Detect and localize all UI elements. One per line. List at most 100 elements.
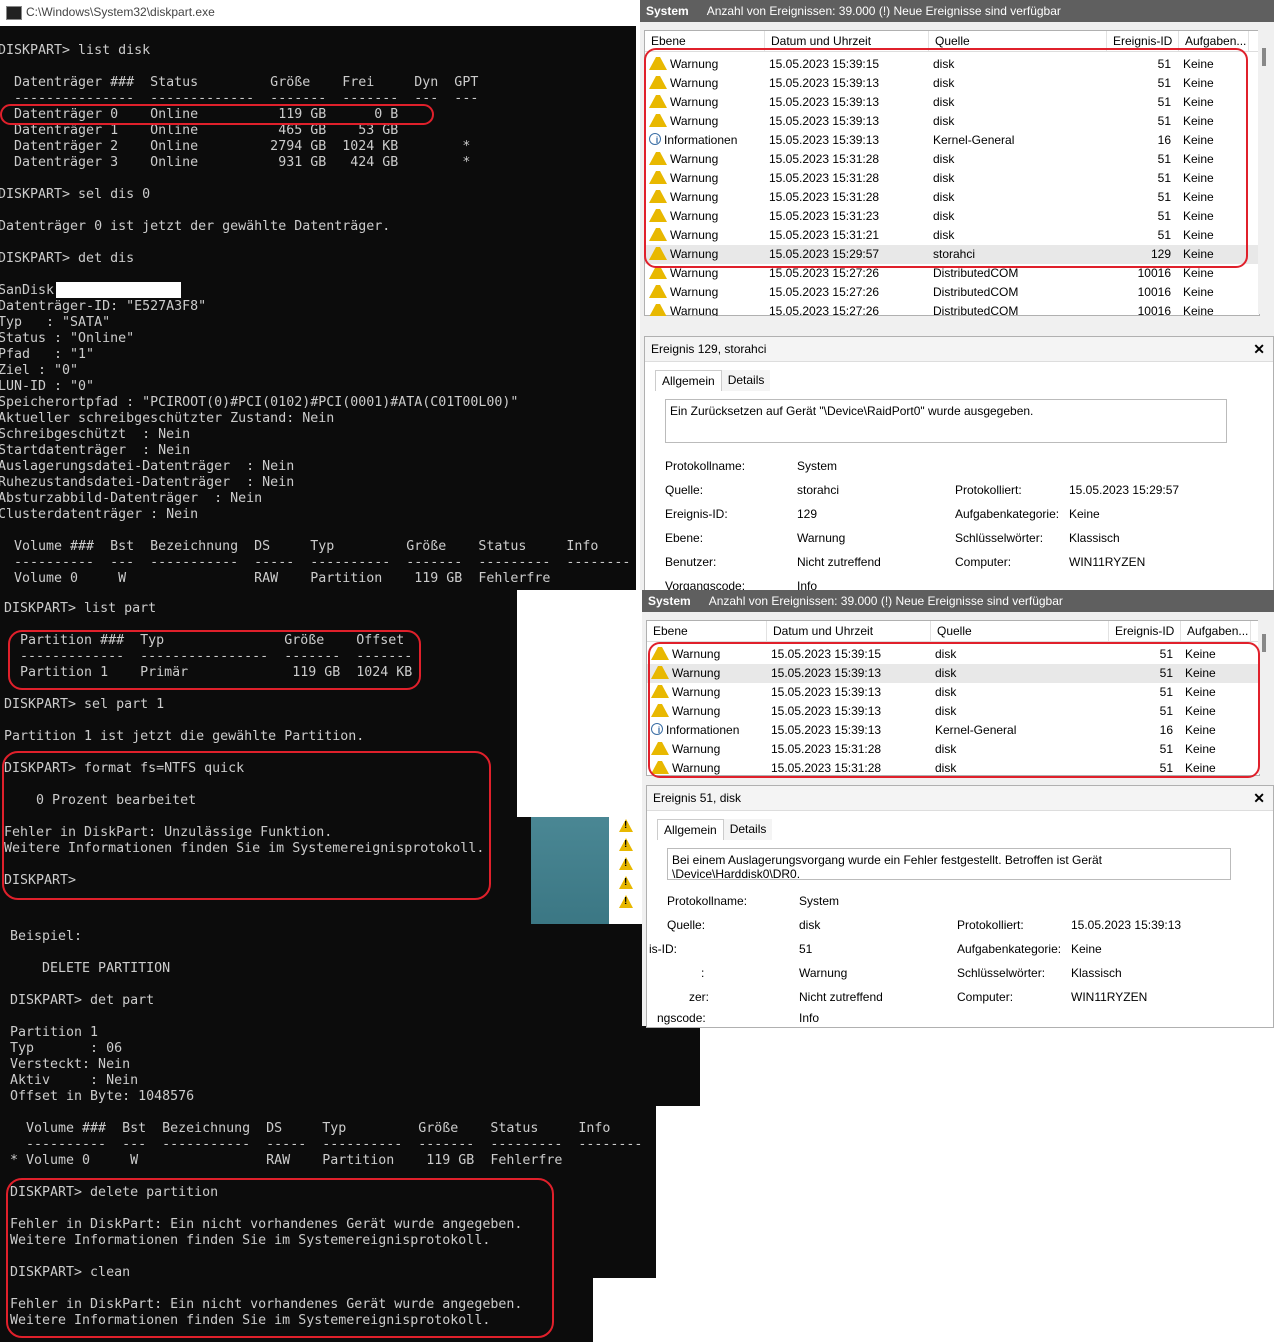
event-row[interactable]: Warnung 15.05.2023 15:39:13 disk 51 Keine — [647, 664, 1259, 683]
event-date: 15.05.2023 15:39:13 — [771, 685, 882, 699]
event-row[interactable]: Warnung 15.05.2023 15:39:15 disk 51 Keine — [645, 55, 1259, 74]
event-date: 15.05.2023 15:39:13 — [769, 76, 880, 90]
event-row[interactable]: i Informationen 15.05.2023 15:39:13 Kernel-… — [645, 131, 1259, 150]
column-header[interactable]: Datum und Uhrzeit — [767, 621, 931, 641]
event-source: DistributedCOM — [933, 266, 1019, 280]
event-row[interactable]: Warnung 15.05.2023 15:31:28 disk 51 Keine — [645, 169, 1259, 188]
column-header[interactable]: Quelle — [931, 621, 1109, 641]
event-task: Keine — [1183, 171, 1214, 185]
event-date: 15.05.2023 15:39:13 — [771, 704, 882, 718]
event-task: Keine — [1183, 57, 1214, 71]
warning-icon — [649, 209, 667, 222]
event-row[interactable]: Warnung 15.05.2023 15:31:28 disk 51 Keine — [645, 188, 1259, 207]
column-header[interactable]: Quelle — [929, 31, 1107, 51]
event-task: Keine — [1183, 133, 1214, 147]
warning-icon — [649, 57, 667, 70]
info-icon: i — [651, 723, 663, 735]
event-task: Keine — [1183, 209, 1214, 223]
value-source: storahci — [797, 483, 840, 497]
label-eventid: is-ID: — [649, 942, 677, 956]
event-source: disk — [933, 190, 955, 204]
event-table-header: Ebene Datum und Uhrzeit Quelle Ereignis-ID A… — [645, 31, 1259, 52]
value-logname: System — [797, 459, 838, 473]
event-row[interactable]: Warnung 15.05.2023 15:31:28 disk 51 Keine — [647, 740, 1259, 759]
event-table-scrollbar[interactable] — [1258, 30, 1272, 314]
value-source: disk — [799, 918, 821, 932]
warning-icon — [651, 704, 669, 717]
console-app-icon — [6, 6, 22, 20]
tab-details[interactable]: Details — [721, 370, 771, 391]
event-source: disk — [933, 228, 955, 242]
event-source: DistributedCOM — [933, 285, 1019, 299]
event-source: storahci — [933, 247, 976, 261]
warning-icon — [619, 819, 633, 832]
tab-general[interactable]: Allgemein — [655, 370, 722, 391]
event-row[interactable]: Warnung 15.05.2023 15:27:26 DistributedCOM… — [645, 264, 1259, 283]
column-header[interactable]: Aufgaben... — [1181, 621, 1251, 641]
close-icon[interactable]: ✕ — [1253, 786, 1265, 810]
column-header[interactable]: Ebene — [645, 31, 765, 51]
event-table-hscroll[interactable] — [644, 316, 1258, 326]
event-date: 15.05.2023 15:27:26 — [769, 266, 880, 280]
event-id: 10016 — [1137, 285, 1171, 299]
event-id: 10016 — [1137, 266, 1171, 280]
column-header[interactable]: Ereignis-ID — [1107, 31, 1179, 51]
event-date: 15.05.2023 15:31:28 — [771, 761, 882, 775]
value-taskcat: Keine — [1069, 507, 1100, 521]
value-user: Nicht zutreffend — [799, 990, 883, 1004]
event-row[interactable]: Warnung 15.05.2023 15:31:28 disk 51 Keine — [645, 150, 1259, 169]
event-id: 51 — [1159, 742, 1173, 756]
label-computer: Computer: — [955, 555, 1012, 569]
warning-icon — [649, 171, 667, 184]
event-source: disk — [935, 666, 957, 680]
label-keywords: Schlüsselwörter: — [957, 966, 1046, 980]
event-id: 51 — [1159, 761, 1173, 775]
event-source: disk — [935, 704, 957, 718]
event-row[interactable]: Warnung 15.05.2023 15:27:26 DistributedCOM… — [645, 283, 1259, 302]
column-header[interactable]: Datum und Uhrzeit — [765, 31, 929, 51]
log-name: System — [648, 594, 691, 608]
close-icon[interactable]: ✕ — [1253, 337, 1265, 361]
event-row[interactable]: Warnung 15.05.2023 15:39:15 disk 51 Keine — [647, 645, 1259, 664]
event-row[interactable]: Warnung 15.05.2023 15:31:23 disk 51 Keine — [645, 207, 1259, 226]
scroll-thumb[interactable] — [1262, 634, 1266, 652]
event-task: Keine — [1185, 666, 1216, 680]
event-row[interactable]: Warnung 15.05.2023 15:39:13 disk 51 Keine — [645, 93, 1259, 112]
warning-icon — [651, 742, 669, 755]
event-id: 51 — [1157, 190, 1171, 204]
event-source: disk — [935, 761, 957, 775]
event-level: Warnung — [672, 685, 721, 699]
warning-icon — [619, 876, 633, 889]
event-level: Warnung — [670, 152, 719, 166]
column-header[interactable]: Ereignis-ID — [1109, 621, 1181, 641]
desktop-background — [531, 817, 609, 924]
warning-icon — [649, 190, 667, 203]
scroll-thumb[interactable] — [1262, 48, 1266, 66]
event-row[interactable]: Warnung 15.05.2023 15:39:13 disk 51 Keine — [645, 74, 1259, 93]
event-date: 15.05.2023 15:39:13 — [771, 723, 882, 737]
value-computer: WIN11RYZEN — [1071, 990, 1148, 1004]
event-rows: Warnung15.05.2023 15:39:15disk51KeineWar… — [645, 52, 1259, 321]
event-list-header: System Anzahl von Ereignissen: 39.000 (!)… — [640, 0, 1274, 22]
warning-icon — [619, 857, 633, 870]
event-task: Keine — [1185, 685, 1216, 699]
column-header[interactable]: Aufgaben... — [1179, 31, 1249, 51]
console-top-text: DISKPART> list disk Datenträger ### Stat… — [0, 43, 631, 586]
column-header[interactable]: Ebene — [647, 621, 767, 641]
event-date: 15.05.2023 15:39:13 — [769, 95, 880, 109]
event-id: 51 — [1157, 209, 1171, 223]
event-date: 15.05.2023 15:39:15 — [769, 57, 880, 71]
event-row[interactable]: Warnung 15.05.2023 15:39:13 disk 51 Keine — [647, 702, 1259, 721]
event-row[interactable]: Warnung 15.05.2023 15:31:28 disk 51 Keine — [647, 759, 1259, 778]
event-table: Ebene Datum und Uhrzeit Quelle Ereignis-ID A… — [644, 30, 1260, 318]
event-row[interactable]: Warnung 15.05.2023 15:31:21 disk 51 Keine — [645, 226, 1259, 245]
tab-details[interactable]: Details — [723, 819, 773, 840]
event-level: Warnung — [672, 761, 721, 775]
event-level: Warnung — [670, 228, 719, 242]
event-row[interactable]: Warnung 15.05.2023 15:39:13 disk 51 Keine — [647, 683, 1259, 702]
event-row[interactable]: i Informationen 15.05.2023 15:39:13 Kernel-… — [647, 721, 1259, 740]
event-row[interactable]: Warnung 15.05.2023 15:29:57 storahci 129 Kei… — [645, 245, 1259, 264]
event-row[interactable]: Warnung 15.05.2023 15:39:13 disk 51 Keine — [645, 112, 1259, 131]
tab-general[interactable]: Allgemein — [657, 819, 724, 840]
event-table-scrollbar[interactable] — [1258, 620, 1272, 774]
